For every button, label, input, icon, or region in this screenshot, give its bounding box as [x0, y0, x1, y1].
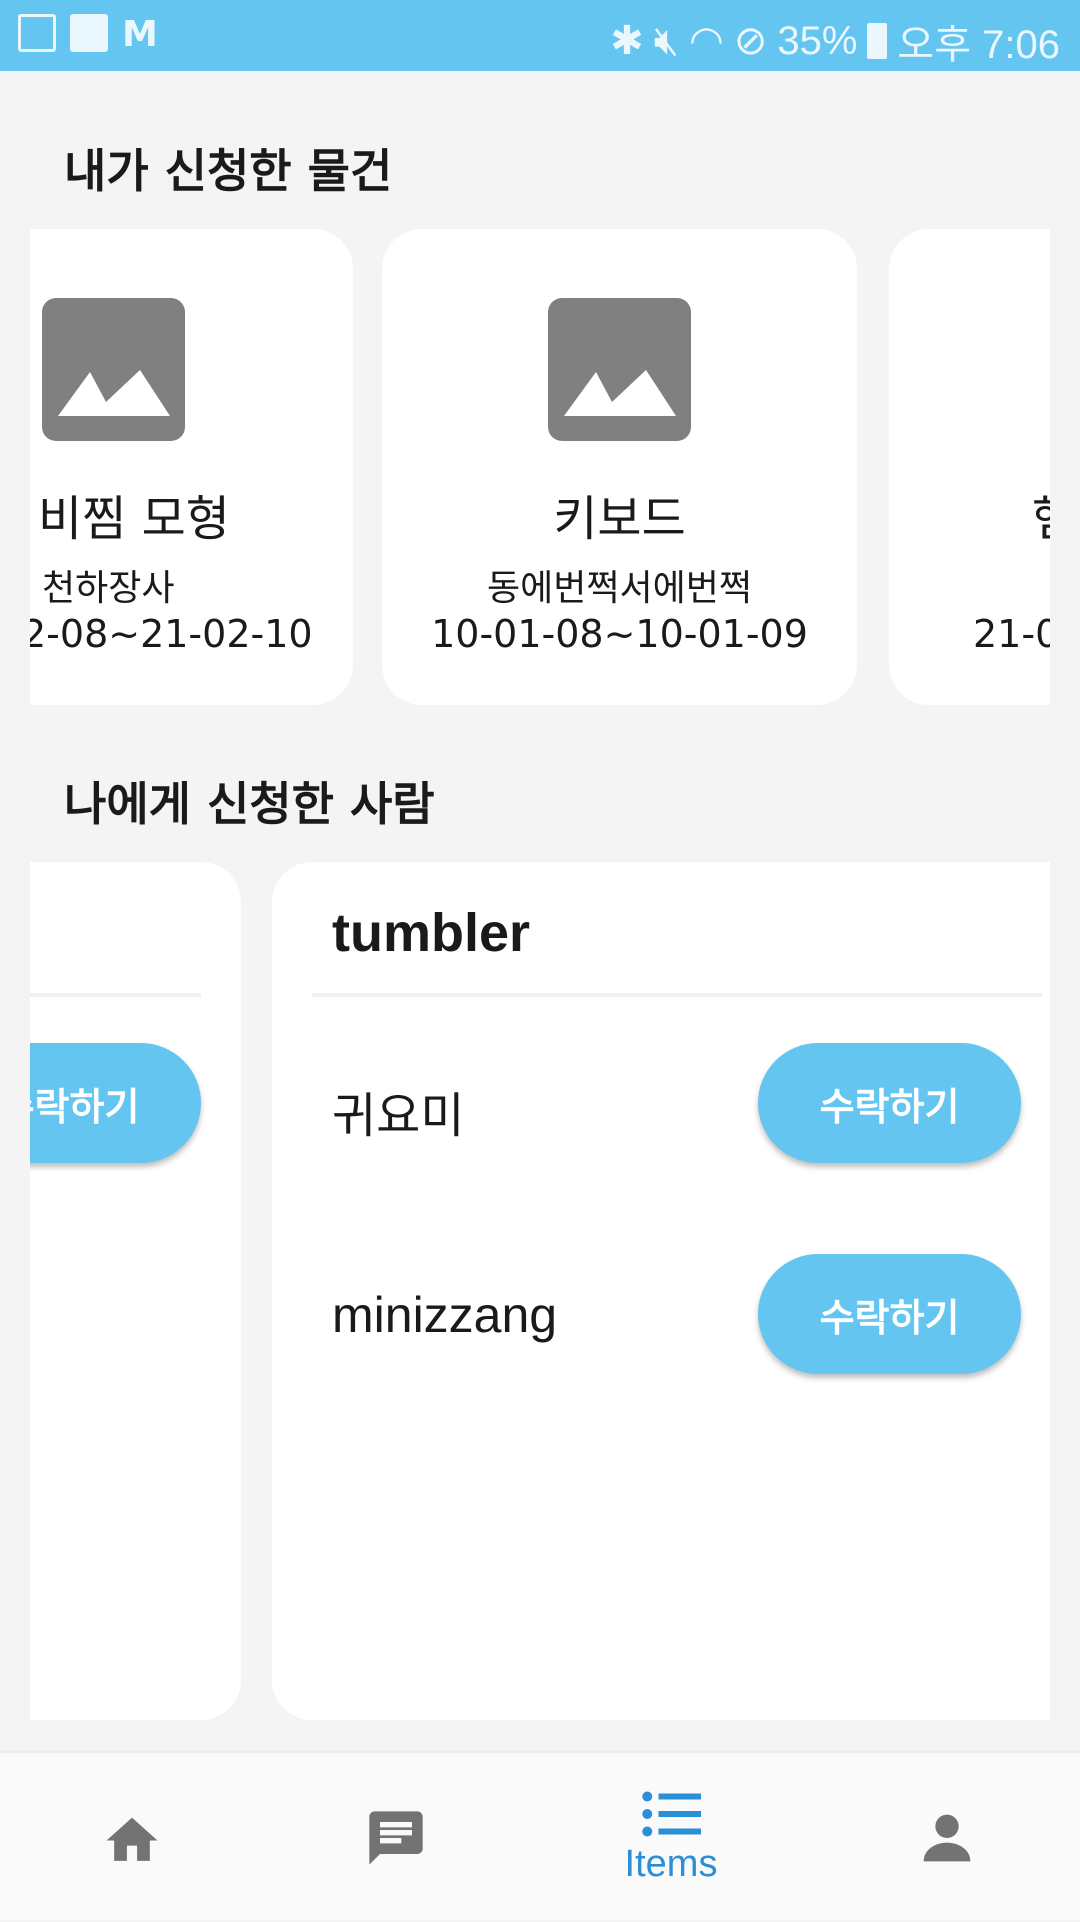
section-title-applicants: 나에게 신청한 사람	[64, 777, 435, 831]
item-seller: 천하장사	[42, 568, 175, 609]
item-title: tumbler	[332, 903, 531, 963]
divider	[30, 993, 201, 997]
item-seller: 동에번쩍서에번쩍	[487, 568, 752, 609]
applicant-card: 수락하기	[30, 862, 241, 1720]
item-name: 비찜 모형	[38, 491, 230, 547]
list-icon	[642, 1791, 701, 1837]
wifi-icon: ◠	[688, 19, 724, 63]
divider	[312, 993, 1042, 997]
item-period: 10-01-08~10-01-09	[431, 612, 808, 656]
nav-items[interactable]: Items	[611, 1753, 731, 1922]
gmail-icon: M	[122, 14, 158, 55]
item-period: 21-01	[973, 612, 1050, 656]
item-name: 키보드	[553, 491, 686, 547]
applicant-name: 귀요미	[332, 1088, 465, 1144]
person-icon	[923, 1814, 971, 1861]
status-bar: M ✱ 🔇︎ ◠ ⊘ 35% 오후 7:06	[0, 0, 1080, 71]
accept-button[interactable]: 수락하기	[758, 1254, 1021, 1374]
bluetooth-icon: ✱	[610, 19, 644, 63]
requested-items-carousel[interactable]: 비찜 모형 천하장사 2-08~21-02-10 키보드 동에번쩍서에번쩍 10…	[30, 229, 1050, 705]
flipboard-icon	[70, 14, 108, 52]
home-icon	[106, 1817, 158, 1861]
applicants-carousel[interactable]: 수락하기 tumbler 귀요미 수락하기 minizzang 수락하기	[30, 862, 1050, 1720]
accept-button[interactable]: 수락하기	[30, 1043, 201, 1163]
item-name: 햄	[1032, 479, 1050, 549]
battery-level: 35%	[777, 18, 858, 63]
nav-profile[interactable]	[887, 1753, 1007, 1922]
section-title-requested: 내가 신청한 물건	[64, 144, 393, 198]
item-period: 2-08~21-02-10	[30, 612, 313, 656]
applicant-name: minizzang	[332, 1287, 558, 1343]
image-placeholder-icon	[548, 298, 691, 441]
nav-items-label: Items	[624, 1843, 718, 1885]
requested-item-card[interactable]: 비찜 모형 천하장사 2-08~21-02-10	[30, 229, 353, 705]
nav-chat[interactable]	[336, 1753, 456, 1922]
mute-icon: 🔇︎	[653, 18, 679, 63]
requested-item-card[interactable]: 키보드 동에번쩍서에번쩍 10-01-08~10-01-09	[382, 229, 857, 705]
applicant-card: tumbler 귀요미 수락하기 minizzang 수락하기	[272, 862, 1050, 1720]
bottom-nav: Items	[0, 1751, 1080, 1920]
accept-button[interactable]: 수락하기	[758, 1043, 1021, 1163]
clock: 오후 7:06	[897, 23, 1060, 67]
battery-icon	[867, 23, 888, 59]
chat-icon	[369, 1810, 423, 1865]
nav-home[interactable]	[72, 1753, 192, 1922]
gallery-icon	[18, 14, 56, 52]
dnd-icon: ⊘	[733, 19, 768, 63]
requested-item-card[interactable]: 햄 21-01	[889, 229, 1050, 705]
image-placeholder-icon	[42, 298, 185, 441]
